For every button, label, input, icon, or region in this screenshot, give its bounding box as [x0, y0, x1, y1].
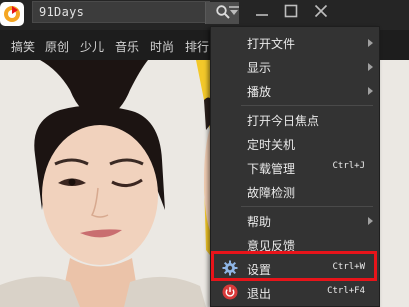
search-box[interactable]: 91Days — [32, 1, 239, 24]
menu-item-label: 下载管理 — [247, 162, 296, 176]
category-item[interactable]: 音乐 — [115, 38, 139, 55]
maximize-button[interactable] — [277, 0, 305, 22]
menu-separator — [241, 105, 373, 106]
menu-item-today-focus[interactable]: 打开今日焦点 — [211, 108, 379, 130]
main-context-menu: 打开文件 显示 播放 打开今日焦点 定时关机 下载管理 Ctrl+J 故障检测 … — [210, 26, 380, 307]
menu-item-label: 帮助 — [247, 215, 272, 229]
app-logo-icon[interactable] — [0, 2, 24, 26]
menu-item-label: 打开今日焦点 — [247, 114, 320, 128]
close-icon — [314, 4, 328, 18]
menu-item-playback[interactable]: 播放 — [211, 79, 379, 101]
maximize-icon — [284, 4, 298, 18]
menu-dropdown-button[interactable] — [220, 0, 248, 22]
menu-item-label: 显示 — [247, 61, 272, 75]
menu-item-shortcut: Ctrl+F4 — [327, 286, 365, 296]
menu-item-label: 打开文件 — [247, 37, 296, 51]
gear-icon — [222, 260, 238, 276]
category-item[interactable]: 少儿 — [80, 38, 104, 55]
menu-item-label: 退出 — [247, 287, 272, 301]
submenu-arrow-icon — [368, 39, 373, 47]
category-item[interactable]: 时尚 — [150, 38, 174, 55]
menu-item-scheduled-shutdown[interactable]: 定时关机 — [211, 132, 379, 154]
minimize-button[interactable] — [248, 0, 276, 22]
category-item[interactable]: 原创 — [45, 38, 69, 55]
menu-item-download-manager[interactable]: 下载管理 Ctrl+J — [211, 156, 379, 178]
menu-item-open-file[interactable]: 打开文件 — [211, 31, 379, 53]
close-button[interactable] — [307, 0, 335, 22]
search-input[interactable]: 91Days — [39, 5, 84, 19]
menu-item-label: 播放 — [247, 85, 272, 99]
menu-separator — [241, 206, 373, 207]
menu-item-label: 定时关机 — [247, 138, 296, 152]
menu-item-shortcut: Ctrl+W — [332, 262, 365, 272]
minimize-icon — [256, 14, 268, 16]
menu-item-settings[interactable]: 设置 Ctrl+W — [211, 257, 379, 279]
menu-item-display[interactable]: 显示 — [211, 55, 379, 77]
category-item[interactable]: 排行 — [185, 38, 209, 55]
category-item[interactable]: 搞笑 — [11, 38, 35, 55]
power-icon — [222, 284, 238, 300]
menu-item-fault-detection[interactable]: 故障检测 — [211, 180, 379, 202]
menu-item-label: 设置 — [247, 263, 272, 277]
menu-dropdown-icon — [229, 6, 239, 15]
menu-item-feedback[interactable]: 意见反馈 — [211, 233, 379, 255]
menu-item-exit[interactable]: 退出 Ctrl+F4 — [211, 281, 379, 303]
menu-item-label: 意见反馈 — [247, 239, 296, 253]
menu-item-label: 故障检测 — [247, 186, 296, 200]
submenu-arrow-icon — [368, 87, 373, 95]
menu-item-help[interactable]: 帮助 — [211, 209, 379, 231]
submenu-arrow-icon — [368, 217, 373, 225]
menu-item-shortcut: Ctrl+J — [332, 161, 365, 171]
submenu-arrow-icon — [368, 63, 373, 71]
